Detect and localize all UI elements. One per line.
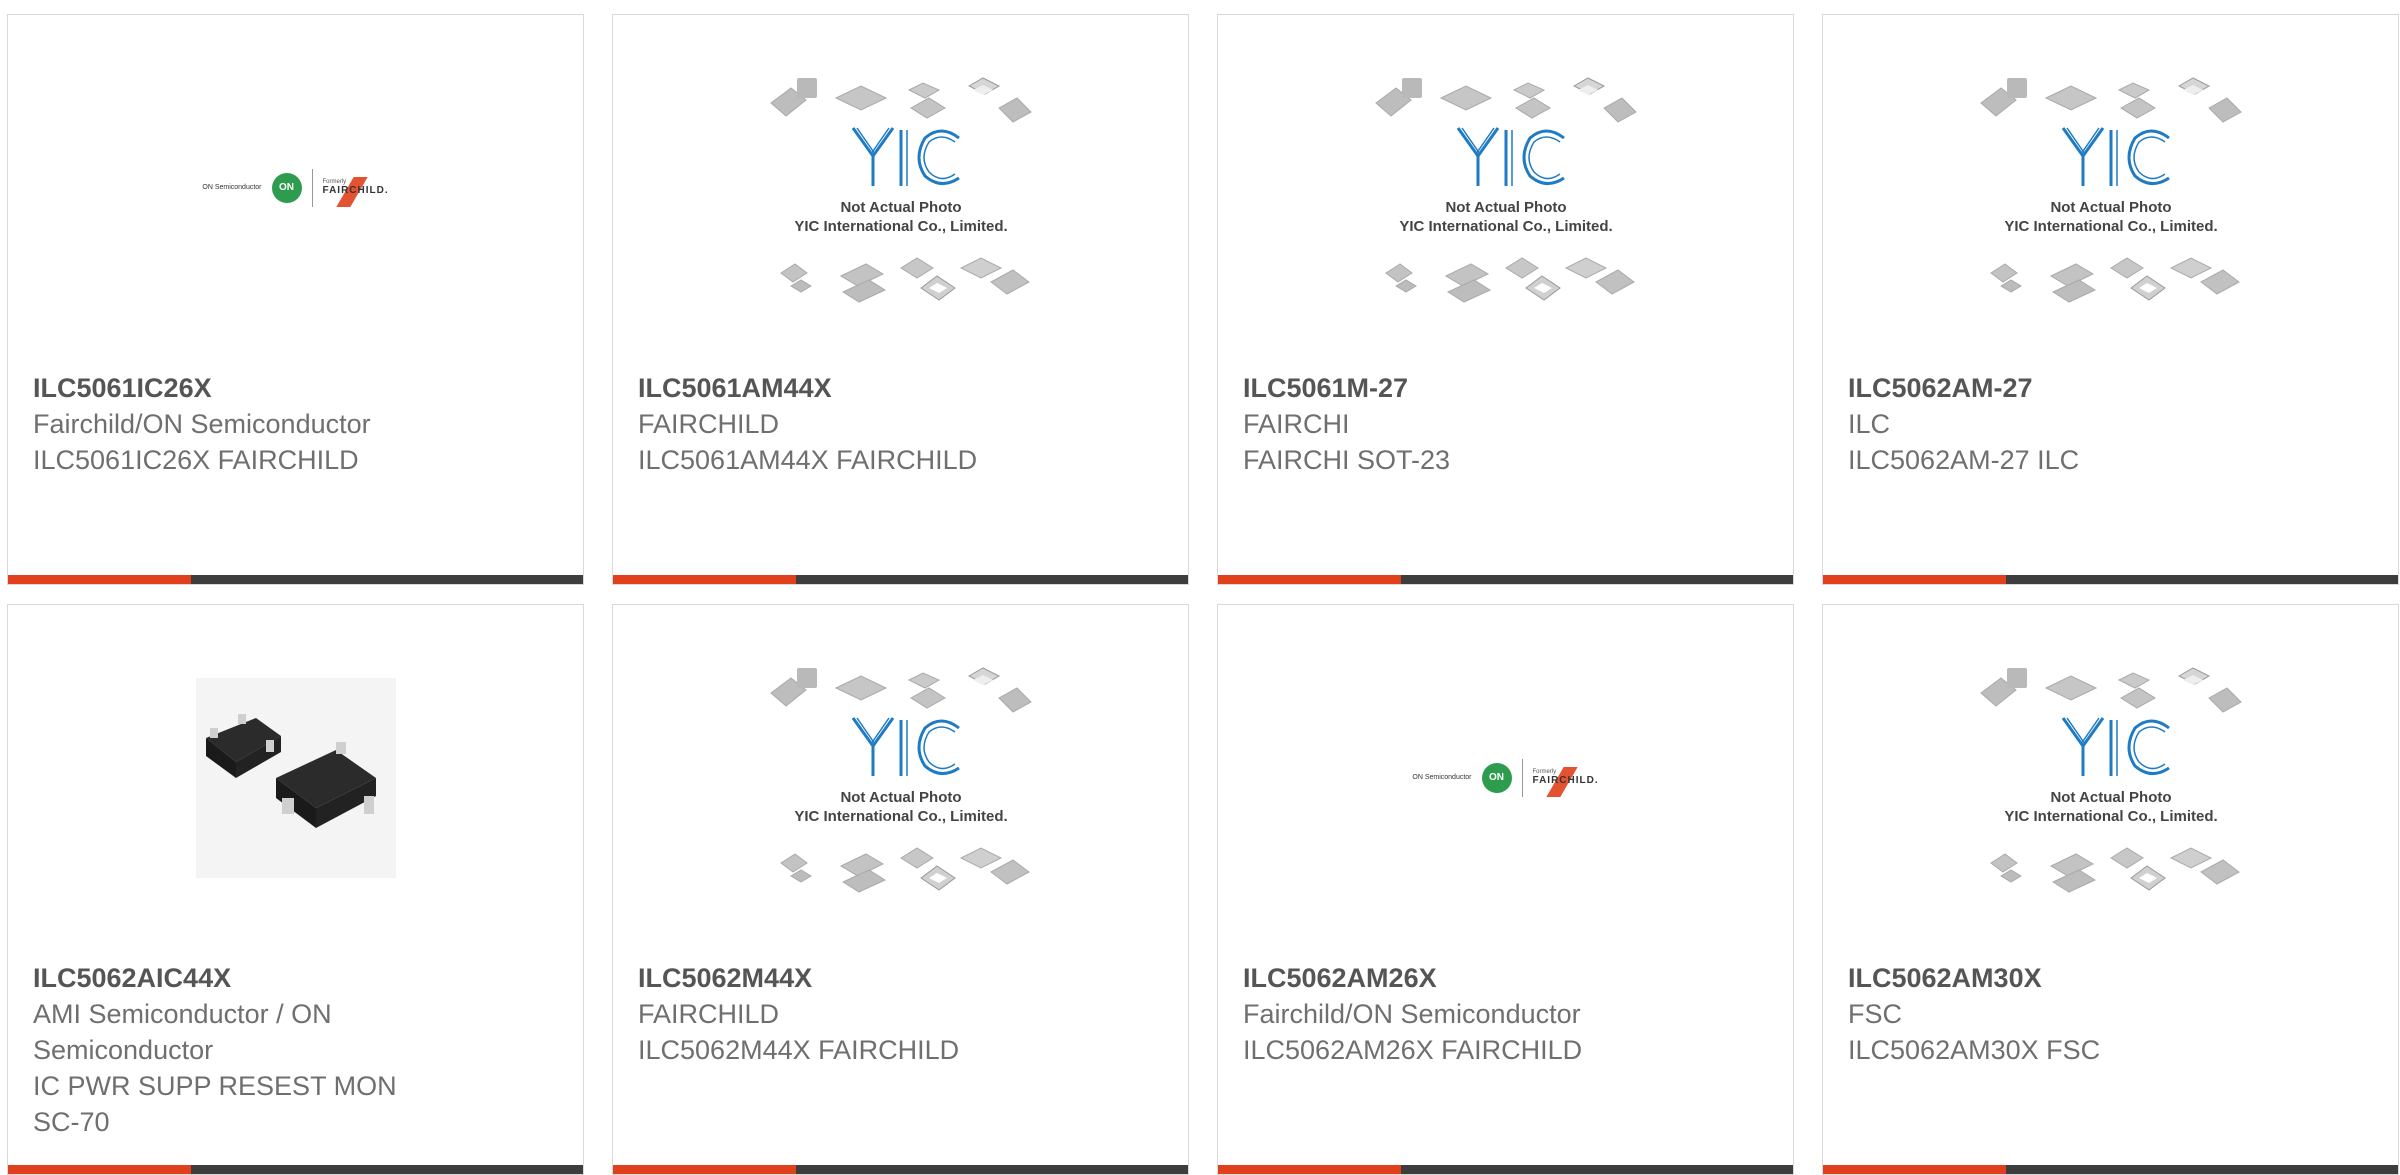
product-card[interactable]: Not Actual Photo YIC International Co., … xyxy=(612,14,1189,585)
caption-not-actual-photo: Not Actual Photo xyxy=(2050,199,2171,216)
product-photo-image xyxy=(195,677,396,878)
logo-divider xyxy=(1521,758,1523,797)
card-accent-bar xyxy=(613,575,796,584)
product-card[interactable]: ON Semiconductor ON Formerly FAIRCHILD. … xyxy=(7,14,584,585)
product-image[interactable]: Not Actual Photo YIC International Co., … xyxy=(1823,15,2398,360)
card-bottom-bar xyxy=(1218,575,1793,584)
caption-yic-company: YIC International Co., Limited. xyxy=(794,808,1007,825)
product-detail-line: ILC5062AM-27 ILC xyxy=(1848,445,2080,475)
product-detail-line: FAIRCHI SOT-23 xyxy=(1243,445,1451,475)
product-detail-line: Semiconductor xyxy=(33,1035,214,1065)
part-number[interactable]: ILC5062M44X xyxy=(638,960,1163,996)
card-accent-bar xyxy=(8,1165,191,1174)
part-number[interactable]: ILC5061IC26X xyxy=(33,370,558,406)
part-number[interactable]: ILC5061M-27 xyxy=(1243,370,1768,406)
product-detail-line: FAIRCHI xyxy=(1243,409,1350,439)
product-info: ILC5061AM44X FAIRCHILD ILC5061AM44X FAIRC… xyxy=(638,355,1163,478)
card-bottom-bar xyxy=(8,1165,583,1174)
caption-not-actual-photo: Not Actual Photo xyxy=(840,199,961,216)
not-actual-photo-image: Not Actual Photo YIC International Co., … xyxy=(769,76,1032,303)
on-logo-icon: ON xyxy=(1481,762,1512,793)
product-info: ILC5062M44X FAIRCHILD ILC5062M44X FAIRCHI… xyxy=(638,945,1163,1068)
on-logo-icon: ON xyxy=(271,172,302,203)
card-bottom-bar xyxy=(8,575,583,584)
not-actual-photo-image: Not Actual Photo YIC International Co., … xyxy=(1979,666,2242,893)
product-info: ILC5062AIC44X AMI Semiconductor / ON Semi… xyxy=(33,945,558,1140)
card-bottom-bar xyxy=(1823,1165,2398,1174)
product-info: ILC5062AM26X Fairchild/ON Semiconductor I… xyxy=(1243,945,1768,1068)
caption-not-actual-photo: Not Actual Photo xyxy=(1445,199,1566,216)
product-info: ILC5062AM30X FSC ILC5062AM30X FSC xyxy=(1848,945,2373,1068)
product-card[interactable]: Not Actual Photo YIC International Co., … xyxy=(1822,14,2399,585)
product-detail-line: SC-70 xyxy=(33,1107,110,1137)
product-detail-line: ILC5062AM26X FAIRCHILD xyxy=(1243,1035,1583,1065)
product-image[interactable]: ON Semiconductor ON Formerly FAIRCHILD. xyxy=(8,15,583,360)
product-image[interactable]: Not Actual Photo YIC International Co., … xyxy=(1823,605,2398,950)
part-number[interactable]: ILC5062AIC44X xyxy=(33,960,558,996)
card-bottom-bar xyxy=(1218,1165,1793,1174)
not-actual-photo-image: Not Actual Photo YIC International Co., … xyxy=(1374,76,1637,303)
part-number[interactable]: ILC5062AM30X xyxy=(1848,960,2373,996)
card-bottom-bar xyxy=(1823,575,2398,584)
caption-yic-company: YIC International Co., Limited. xyxy=(794,218,1007,235)
product-detail-line: IC PWR SUPP RESEST MON xyxy=(33,1071,397,1101)
card-accent-bar xyxy=(1823,575,2006,584)
card-accent-bar xyxy=(1218,1165,1401,1174)
part-number[interactable]: ILC5062AM26X xyxy=(1243,960,1768,996)
product-detail-line: ILC5062AM30X FSC xyxy=(1848,1035,2101,1065)
product-image[interactable] xyxy=(8,605,583,950)
on-fairchild-logo: ON Semiconductor ON Formerly FAIRCHILD. xyxy=(1412,758,1599,797)
product-info: ILC5062AM-27 ILC ILC5062AM-27 ILC xyxy=(1848,355,2373,478)
product-card[interactable]: Not Actual Photo YIC International Co., … xyxy=(1217,14,1794,585)
product-image[interactable]: ON Semiconductor ON Formerly FAIRCHILD. xyxy=(1218,605,1793,950)
product-detail-line: ILC5061IC26X FAIRCHILD xyxy=(33,445,359,475)
on-fairchild-logo: ON Semiconductor ON Formerly FAIRCHILD. xyxy=(202,168,389,207)
product-detail-line: ILC5062M44X FAIRCHILD xyxy=(638,1035,960,1065)
card-accent-bar xyxy=(613,1165,796,1174)
product-info: ILC5061IC26X Fairchild/ON Semiconductor I… xyxy=(33,355,558,478)
caption-yic-company: YIC International Co., Limited. xyxy=(1399,218,1612,235)
card-accent-bar xyxy=(1218,575,1401,584)
card-accent-bar xyxy=(1823,1165,2006,1174)
not-actual-photo-image: Not Actual Photo YIC International Co., … xyxy=(769,666,1032,893)
card-bottom-bar xyxy=(613,1165,1188,1174)
product-image[interactable]: Not Actual Photo YIC International Co., … xyxy=(613,15,1188,360)
caption-yic-company: YIC International Co., Limited. xyxy=(2004,218,2217,235)
product-detail-line: Fairchild/ON Semiconductor xyxy=(33,409,371,439)
fairchild-wordmark: Formerly FAIRCHILD. xyxy=(1533,767,1599,797)
product-card[interactable]: Not Actual Photo YIC International Co., … xyxy=(612,604,1189,1175)
product-grid: ON Semiconductor ON Formerly FAIRCHILD. … xyxy=(0,0,2400,1175)
part-number[interactable]: ILC5062AM-27 xyxy=(1848,370,2373,406)
on-semiconductor-wordmark: ON Semiconductor xyxy=(1412,774,1472,781)
caption-not-actual-photo: Not Actual Photo xyxy=(2050,789,2171,806)
product-image[interactable]: Not Actual Photo YIC International Co., … xyxy=(613,605,1188,950)
caption-not-actual-photo: Not Actual Photo xyxy=(840,789,961,806)
product-detail-line: ILC xyxy=(1848,409,1891,439)
product-card[interactable]: Not Actual Photo YIC International Co., … xyxy=(1822,604,2399,1175)
product-detail-line: FSC xyxy=(1848,999,1902,1029)
not-actual-photo-image: Not Actual Photo YIC International Co., … xyxy=(1979,76,2242,303)
product-detail-line: FAIRCHILD xyxy=(638,409,780,439)
product-detail-line: Fairchild/ON Semiconductor xyxy=(1243,999,1581,1029)
caption-yic-company: YIC International Co., Limited. xyxy=(2004,808,2217,825)
product-detail-line: ILC5061AM44X FAIRCHILD xyxy=(638,445,978,475)
logo-divider xyxy=(311,168,313,207)
card-accent-bar xyxy=(8,575,191,584)
product-card[interactable]: ON Semiconductor ON Formerly FAIRCHILD. … xyxy=(1217,604,1794,1175)
product-info: ILC5061M-27 FAIRCHI FAIRCHI SOT-23 xyxy=(1243,355,1768,478)
product-card[interactable]: ILC5062AIC44X AMI Semiconductor / ON Semi… xyxy=(7,604,584,1175)
product-detail-line: AMI Semiconductor / ON xyxy=(33,999,332,1029)
card-bottom-bar xyxy=(613,575,1188,584)
product-image[interactable]: Not Actual Photo YIC International Co., … xyxy=(1218,15,1793,360)
product-detail-line: FAIRCHILD xyxy=(638,999,780,1029)
part-number[interactable]: ILC5061AM44X xyxy=(638,370,1163,406)
fairchild-wordmark: Formerly FAIRCHILD. xyxy=(323,177,389,207)
on-semiconductor-wordmark: ON Semiconductor xyxy=(202,184,262,191)
